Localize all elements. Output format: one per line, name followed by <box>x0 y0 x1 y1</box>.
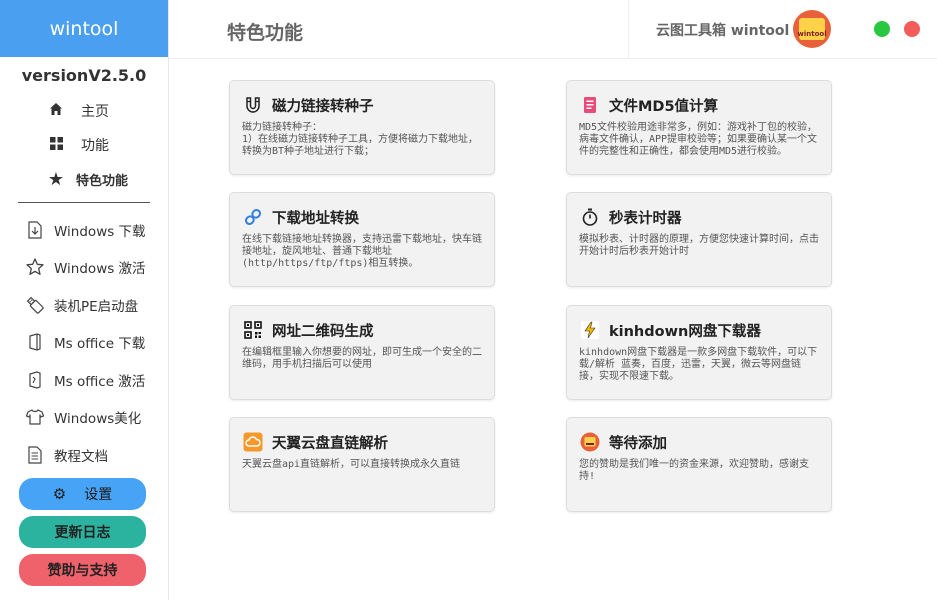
card-title: kinhdown网盘下载器 <box>579 318 819 342</box>
card-title-text: kinhdown网盘下载器 <box>609 323 761 340</box>
card-qrcode-generate[interactable]: 网址二维码生成 在编辑框里输入你想要的网址，即可生成一个安全的二维码，用手机扫描… <box>229 305 495 400</box>
gear-icon: ⚙ <box>52 485 67 503</box>
grid-icon <box>48 136 64 154</box>
stopwatch-icon <box>579 206 601 228</box>
card-description: 磁力链接转种子： 1）在线磁力链接转种子工具，方便将磁力下载地址，转换为BT种子… <box>242 122 479 157</box>
card-title-text: 下载地址转换 <box>272 210 359 227</box>
sidebar-item-special-features[interactable]: ★ 特色功能 <box>0 162 168 196</box>
card-description: 您的赞助是我们唯一的资金来源，欢迎赞助，感谢支持! <box>579 459 809 482</box>
sidebar-item-pe-usb[interactable]: 装机PE启动盘 <box>0 286 168 324</box>
card-tianyi-cloud[interactable]: 天翼云盘直链解析 天翼云盘api直链解析，可以直接转换成永久直链 <box>229 417 495 512</box>
maximize-button[interactable] <box>874 21 890 37</box>
sidebar-item-label: 主页 <box>81 104 109 120</box>
card-title: 网址二维码生成 <box>242 318 482 342</box>
card-title: 下载地址转换 <box>242 205 482 229</box>
sidebar-divider <box>18 202 150 203</box>
header-divider <box>628 0 629 58</box>
sidebar-item-label: 特色功能 <box>76 173 129 189</box>
card-title: 等待添加 <box>579 430 819 454</box>
card-title: 秒表计时器 <box>579 205 819 229</box>
card-title-text: 文件MD5值计算 <box>609 98 719 115</box>
sidebar-item-windows-beautify[interactable]: Windows美化 <box>0 399 168 437</box>
card-description: 天翼云盘api直链解析，可以直接转换成永久直链 <box>242 459 461 470</box>
card-title: 磁力链接转种子 <box>242 93 482 117</box>
sidebar-item-office-activate[interactable]: Ms office 激活 <box>0 361 168 399</box>
page-title: 特色功能 <box>227 22 304 44</box>
card-download-link-convert[interactable]: 下载地址转换 在线下载链接地址转换器，支持迅雷下载地址，快车链接地址，旋风地址、… <box>229 192 495 287</box>
sidebar-item-features[interactable]: 功能 <box>0 128 168 162</box>
sidebar-item-home[interactable]: 主页 <box>0 94 168 128</box>
app-window: wintool versionV2.5.0 主页 功能 ★ 特色功能 Windo… <box>0 0 937 600</box>
card-title-text: 秒表计时器 <box>609 210 682 227</box>
cloud-icon <box>242 431 264 453</box>
app-brand: wintool <box>0 0 168 57</box>
card-description: 在编辑框里输入你想要的网址，即可生成一个安全的二维码，用手机扫描后可以使用 <box>242 347 482 370</box>
file-md5-icon <box>579 94 601 116</box>
card-kinhdown[interactable]: kinhdown网盘下载器 kinhdown网盘下载器是一款多网盘下载软件，可以… <box>566 305 832 400</box>
card-title: 文件MD5值计算 <box>579 93 819 117</box>
home-icon <box>48 102 64 120</box>
shirt-icon <box>24 406 46 428</box>
card-description: MD5文件校验用途非常多，例如：游戏补丁包的校验，病毒文件确认，APP提审校验等… <box>579 122 818 157</box>
sidebar-item-tutorial-docs[interactable]: 教程文档 <box>0 436 168 474</box>
card-description: 在线下载链接地址转换器，支持迅雷下载地址，快车链接地址，旋风地址、普通下载地址(… <box>242 234 482 269</box>
version-label: versionV2.5.0 <box>21 66 147 85</box>
link-icon <box>242 206 264 228</box>
sidebar-item-office-download[interactable]: Ms office 下载 <box>0 324 168 362</box>
magnet-icon <box>242 94 264 116</box>
header: 特色功能 云图工具箱 wintool wintool <box>169 0 937 59</box>
header-brand: 云图工具箱 wintool <box>656 23 790 39</box>
office-key-icon <box>24 369 46 391</box>
sidebar-item-windows-download[interactable]: Windows 下载 <box>0 211 168 249</box>
wintool-logo-icon <box>579 431 601 453</box>
sidebar-item-label: Windows 激活 <box>54 261 146 278</box>
settings-label: 设置 <box>84 487 113 503</box>
tool-nav: Windows 下载 Windows 激活 装机PE启动盘 Ms office … <box>0 211 168 474</box>
close-button[interactable] <box>904 21 920 37</box>
sidebar-item-label: 装机PE启动盘 <box>54 298 139 315</box>
document-icon <box>24 444 46 466</box>
support-button[interactable]: 赞助与支持 <box>19 554 146 586</box>
card-coming-soon[interactable]: 等待添加 您的赞助是我们唯一的资金来源，欢迎赞助，感谢支持! <box>566 417 832 512</box>
sidebar-item-label: Windows美化 <box>54 411 142 428</box>
card-title-text: 天翼云盘直链解析 <box>272 435 388 452</box>
card-stopwatch[interactable]: 秒表计时器 模拟秒表、计时器的原理，方便您快速计算时间，点击开始计时后秒表开始计… <box>566 192 832 287</box>
sidebar: wintool versionV2.5.0 主页 功能 ★ 特色功能 Windo… <box>0 0 169 600</box>
card-description: 模拟秒表、计时器的原理，方便您快速计算时间，点击开始计时后秒表开始计时 <box>579 234 819 257</box>
card-title-text: 磁力链接转种子 <box>272 98 374 115</box>
card-title: 天翼云盘直链解析 <box>242 430 482 454</box>
avatar[interactable]: wintool <box>793 10 831 48</box>
sidebar-item-label: Windows 下载 <box>54 223 146 240</box>
card-magnet-to-torrent[interactable]: 磁力链接转种子 磁力链接转种子： 1）在线磁力链接转种子工具，方便将磁力下载地址… <box>229 80 495 175</box>
download-icon <box>24 219 46 241</box>
sidebar-item-label: Ms office 激活 <box>54 373 146 390</box>
card-title-text: 网址二维码生成 <box>272 323 374 340</box>
card-title-text: 等待添加 <box>609 435 667 452</box>
sidebar-item-label: 功能 <box>81 138 109 154</box>
avatar-logo: wintool <box>797 18 827 40</box>
card-file-md5[interactable]: 文件MD5值计算 MD5文件校验用途非常多，例如：游戏补丁包的校验，病毒文件确认… <box>566 80 832 175</box>
star-outline-icon <box>24 256 46 278</box>
usb-icon <box>24 294 46 316</box>
office-icon <box>24 331 46 353</box>
star-icon: ★ <box>47 168 65 190</box>
settings-button[interactable]: ⚙ 设置 <box>19 478 146 510</box>
top-nav: 主页 功能 ★ 特色功能 <box>0 94 168 196</box>
sidebar-item-windows-activate[interactable]: Windows 激活 <box>0 249 168 287</box>
qrcode-icon <box>242 319 264 341</box>
sidebar-item-label: 教程文档 <box>54 448 108 465</box>
lightning-icon <box>579 319 601 341</box>
changelog-button[interactable]: 更新日志 <box>19 516 146 548</box>
sidebar-item-label: Ms office 下载 <box>54 336 146 353</box>
card-description: kinhdown网盘下载器是一款多网盘下载软件，可以下载/解析 蓝奏，百度，迅雷… <box>579 347 818 382</box>
